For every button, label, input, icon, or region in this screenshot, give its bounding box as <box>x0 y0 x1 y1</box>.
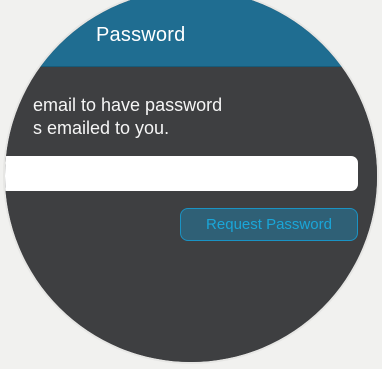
app-screen: Password email to have password s emaile… <box>5 0 377 362</box>
request-password-button[interactable]: Request Password <box>180 208 358 241</box>
instructions-line-1: email to have password <box>33 95 223 115</box>
instructions-text: email to have password s emailed to you. <box>5 94 340 144</box>
navigation-bar: Password <box>5 0 377 67</box>
page-title: Password <box>96 24 186 46</box>
instructions-line-2: s emailed to you. <box>33 118 170 138</box>
page-backdrop: Password email to have password s emaile… <box>0 0 382 369</box>
magnifier-lens: Password email to have password s emaile… <box>5 0 377 362</box>
email-field[interactable] <box>5 156 358 191</box>
